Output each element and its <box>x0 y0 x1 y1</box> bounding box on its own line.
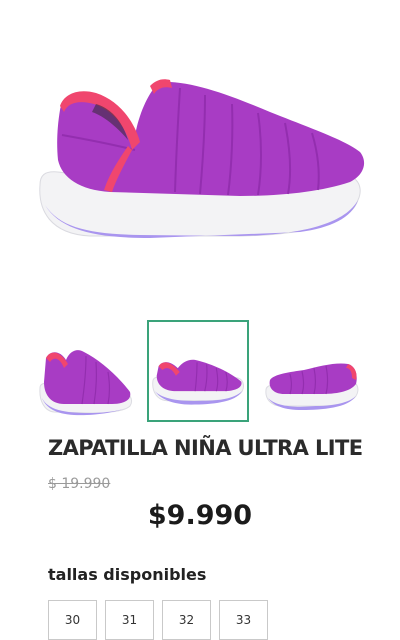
product-title: ZAPATILLA NIÑA ULTRA LITE <box>48 436 363 460</box>
original-price: $ 19.990 <box>48 476 111 492</box>
size-option-32[interactable]: 32 <box>162 600 211 640</box>
size-option-30[interactable]: 30 <box>48 600 97 640</box>
sale-price: $9.990 <box>147 500 253 531</box>
product-main-image[interactable] <box>0 0 400 300</box>
shoe-illustration <box>39 79 365 238</box>
shoe-thumbnail-icon <box>265 363 359 410</box>
size-option-31[interactable]: 31 <box>105 600 154 640</box>
thumbnail-side-view[interactable] <box>34 320 136 422</box>
shoe-thumbnail-icon <box>39 350 133 416</box>
thumbnail-angled-view-selected[interactable] <box>147 320 249 422</box>
sizes-heading: tallas disponibles <box>48 565 207 584</box>
size-option-33[interactable]: 33 <box>219 600 268 640</box>
shoe-thumbnail-icon <box>152 359 244 405</box>
thumbnail-gallery <box>30 320 370 425</box>
thumbnail-front-view[interactable] <box>260 320 362 422</box>
